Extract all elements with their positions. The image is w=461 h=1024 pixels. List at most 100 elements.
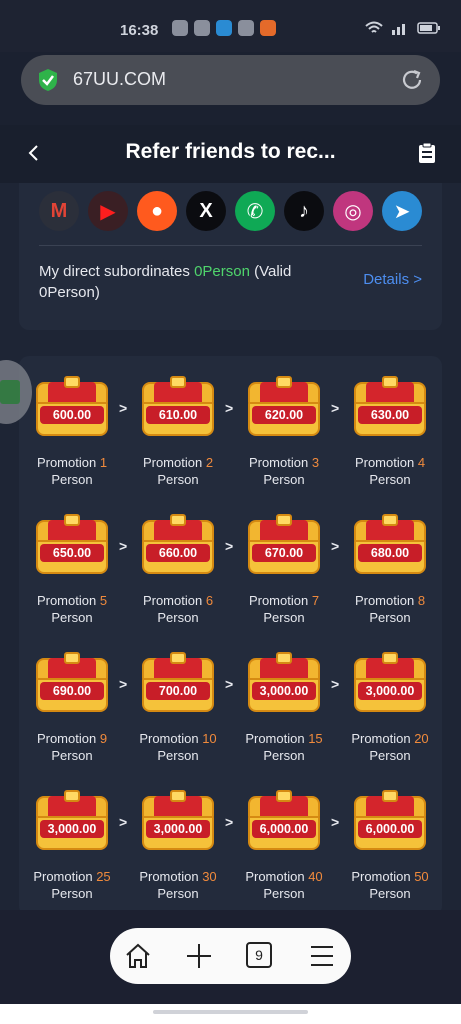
reward-label-prefix: Promotion [139,731,199,746]
reward-item[interactable]: 700.00 Promotion 10 Person [125,652,231,764]
reload-icon[interactable] [400,68,424,92]
treasure-chest-icon: 3,000.00 [142,790,214,852]
subordinates-label: My direct subordinates [39,263,190,280]
reward-label-count: 50 [414,869,429,884]
chest-lock [64,652,80,664]
reward-label-count: 20 [414,731,429,746]
signal-icon [392,24,405,35]
reward-label-unit: Person [369,886,411,901]
reward-item[interactable]: 680.00 Promotion 8 Person [337,514,443,626]
reward-label-unit: Person [51,748,93,763]
reward-label-unit: Person [263,472,305,487]
app3-status-icon [260,20,276,36]
treasure-chest-icon: 6,000.00 [354,790,426,852]
arrow-right-icon: > [119,814,128,830]
home-icon[interactable] [124,942,152,970]
divider [39,245,422,246]
treasure-chest-icon: 700.00 [142,652,214,714]
page-title: Refer friends to rec... [125,140,336,163]
reward-label: Promotion 9 Person [19,730,125,764]
reward-amount: 3,000.00 [146,820,210,838]
reward-label-prefix: Promotion [248,593,309,608]
reward-item[interactable]: 620.00 Promotion 3 Person [231,376,337,488]
reward-label: Promotion 40 Person [231,868,337,902]
reward-label-unit: Person [51,886,93,901]
reward-item[interactable]: 3,000.00 Promotion 15 Person [231,652,337,764]
url-bar[interactable]: 67UU.COM [21,55,440,105]
status-system-icons [365,21,441,35]
reward-amount: 690.00 [40,682,104,700]
reward-label: Promotion 7 Person [231,592,337,626]
reward-amount: 3,000.00 [252,682,316,700]
shield-icon [39,69,57,91]
reward-row: 3,000.00 Promotion 25 Person 3,000.00 Promot… [19,790,442,910]
chest-lock [64,790,80,802]
reward-label-unit: Person [157,472,199,487]
treasure-chest-icon: 6,000.00 [248,790,320,852]
reward-label-count: 25 [96,869,111,884]
chest-lock [170,652,186,664]
telegram-share-icon[interactable]: ➤ [382,191,422,231]
reward-label-unit: Person [263,748,305,763]
reward-item[interactable]: 6,000.00 Promotion 50 Person [337,790,443,902]
treasure-chest-icon: 600.00 [36,376,108,438]
tiktok-share-icon[interactable]: ♪ [284,191,324,231]
chest-lock [276,790,292,802]
reward-label-prefix: Promotion [351,869,411,884]
arrow-right-icon: > [225,538,234,554]
plus-icon[interactable] [185,942,213,970]
menu-icon[interactable] [308,942,336,970]
reward-amount: 610.00 [146,406,210,424]
arrow-right-icon: > [225,676,234,692]
reward-label: Promotion 3 Person [231,454,337,488]
x-share-icon[interactable]: X [186,191,226,231]
reward-item[interactable]: 630.00 Promotion 4 Person [337,376,443,488]
reward-item[interactable]: 3,000.00 Promotion 20 Person [337,652,443,764]
kuaishou-share-icon[interactable]: ● [137,191,177,231]
app-status-icon [194,20,210,36]
reward-item[interactable]: 6,000.00 Promotion 40 Person [231,790,337,902]
tabs-button[interactable]: 9 [246,942,272,968]
reward-row: 690.00 Promotion 9 Person 700.00 Promotion 1… [19,652,442,790]
clipboard-icon[interactable] [417,142,437,164]
reward-item[interactable]: 660.00 Promotion 6 Person [125,514,231,626]
reward-label-prefix: Promotion [354,593,415,608]
youtube-share-icon[interactable]: ▶ [88,191,128,231]
reward-item[interactable]: 600.00 Promotion 1 Person [19,376,125,488]
instagram-share-icon[interactable]: ◎ [333,191,373,231]
reward-item[interactable]: 610.00 Promotion 2 Person [125,376,231,488]
reward-amount: 3,000.00 [40,820,104,838]
reward-label: Promotion 2 Person [125,454,231,488]
gmail-share-icon[interactable]: M [39,191,79,231]
reward-label-unit: Person [51,472,93,487]
reward-label-prefix: Promotion [351,731,411,746]
arrow-right-icon: > [331,538,340,554]
chest-lock [170,376,186,388]
reward-item[interactable]: 3,000.00 Promotion 30 Person [125,790,231,902]
reward-label-unit: Person [369,748,411,763]
reward-row: 600.00 Promotion 1 Person 610.00 Promotion 2… [19,376,442,514]
chest-lock [170,790,186,802]
reward-label-prefix: Promotion [245,869,305,884]
treasure-chest-icon: 3,000.00 [248,652,320,714]
reward-label-unit: Person [263,886,305,901]
reward-item[interactable]: 690.00 Promotion 9 Person [19,652,125,764]
whatsapp-share-icon[interactable]: ✆ [235,191,275,231]
reward-item[interactable]: 3,000.00 Promotion 25 Person [19,790,125,902]
subordinates-info: My direct subordinates 0Person (Valid 0P… [39,261,349,303]
home-indicator[interactable] [153,1010,308,1014]
reward-label-prefix: Promotion [142,455,203,470]
reward-label: Promotion 15 Person [231,730,337,764]
reward-label-count: 7 [311,593,320,608]
reward-item[interactable]: 650.00 Promotion 5 Person [19,514,125,626]
reward-item[interactable]: 670.00 Promotion 7 Person [231,514,337,626]
reward-label-count: 15 [308,731,323,746]
treasure-chest-icon: 660.00 [142,514,214,576]
chest-lock [276,514,292,526]
reward-label-count: 10 [202,731,217,746]
details-link[interactable]: Details > [363,271,422,288]
reward-label-prefix: Promotion [354,455,415,470]
subordinates-count: 0Person [194,263,250,280]
url-text[interactable]: 67UU.COM [73,69,166,90]
reward-amount: 670.00 [252,544,316,562]
